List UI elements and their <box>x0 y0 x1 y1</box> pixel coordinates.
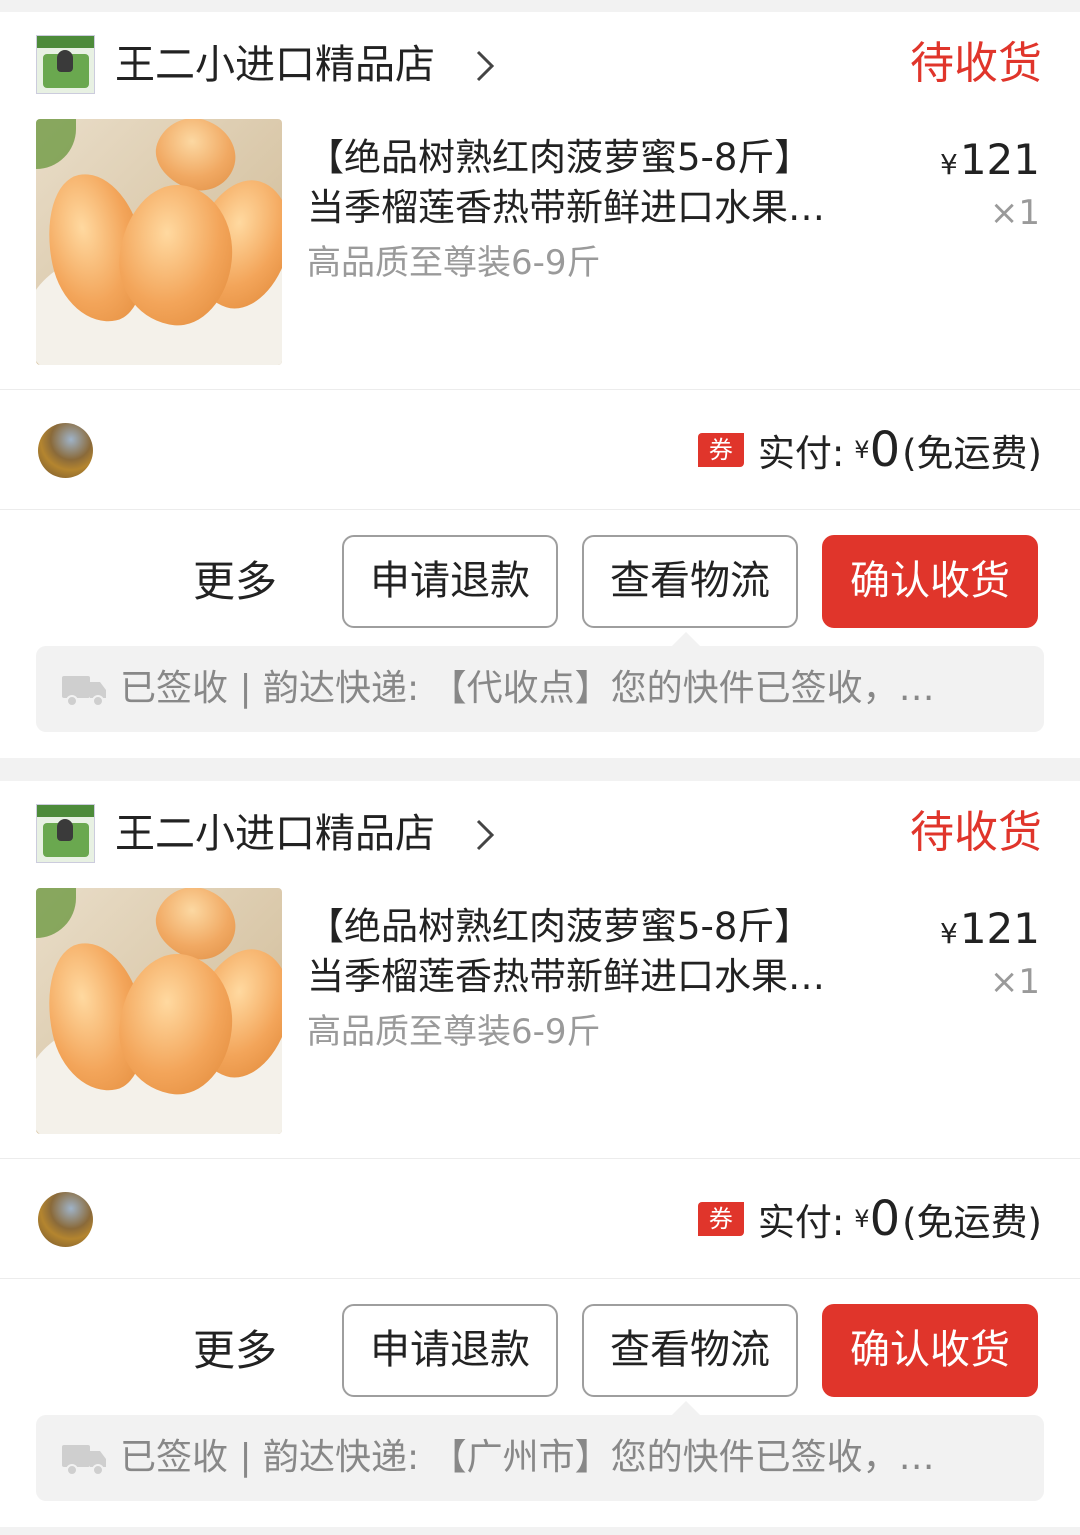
request-refund-button[interactable]: 申请退款 <box>342 535 558 628</box>
action-row: 更多 申请退款 查看物流 确认收货 <box>0 1279 1080 1397</box>
yen-symbol: ¥ <box>854 436 870 464</box>
product-price: ¥121 <box>940 904 1040 959</box>
product-title[interactable]: 【绝品树熟红肉菠萝蜜5-8斤】 当季榴莲香热带新鲜进口水果… <box>307 133 907 233</box>
coupon-badge: 券 <box>697 1202 744 1236</box>
more-button[interactable]: 更多 <box>193 558 277 606</box>
payment-summary: 券 实付: ¥ 0 (免运费) <box>697 1191 1042 1247</box>
shop-logo-icon[interactable] <box>36 35 95 94</box>
shipping-note: (免运费) <box>902 1201 1042 1244</box>
tracking-summary[interactable]: 已签收 | 韵达快递: 【广州市】您的快件已签收，… <box>36 1401 1044 1501</box>
yen-symbol: ¥ <box>854 1205 870 1233</box>
shop-header[interactable]: 王二小进口精品店 待收货 <box>0 12 1080 117</box>
product-title-line: 当季榴莲香热带新鲜进口水果… <box>307 186 825 229</box>
product-price: ¥121 <box>940 135 1040 190</box>
order-card: 王二小进口精品店 待收货 【绝品树熟红肉菠萝蜜5-8斤】 当季榴莲香热带新鲜进口… <box>0 781 1080 1527</box>
view-logistics-button[interactable]: 查看物流 <box>582 1304 798 1397</box>
product-item[interactable]: 【绝品树熟红肉菠萝蜜5-8斤】 当季榴莲香热带新鲜进口水果… 高品质至尊装6-9… <box>0 886 1080 1156</box>
product-spec: 高品质至尊装6-9斤 <box>307 1012 601 1052</box>
payment-amount: 0 <box>869 422 901 478</box>
product-title-line: 【绝品树熟红肉菠萝蜜5-8斤】 <box>307 905 812 948</box>
product-quantity: ×1 <box>989 193 1040 233</box>
payment-summary: 券 实付: ¥ 0 (免运费) <box>697 422 1042 478</box>
more-button[interactable]: 更多 <box>193 1327 277 1375</box>
coupon-badge: 券 <box>697 433 744 467</box>
yen-symbol: ¥ <box>940 917 958 950</box>
order-card: 王二小进口精品店 待收货 【绝品树熟红肉菠萝蜜5-8斤】 当季榴莲香热带新鲜进口… <box>0 12 1080 758</box>
action-row: 更多 申请退款 查看物流 确认收货 <box>0 510 1080 628</box>
order-status: 待收货 <box>910 38 1042 89</box>
tracking-text: 已签收 | 韵达快递: 【代收点】您的快件已签收，… <box>120 668 935 709</box>
truck-icon <box>62 1445 106 1476</box>
price-value: 121 <box>959 904 1040 953</box>
product-item[interactable]: 【绝品树熟红肉菠萝蜜5-8斤】 当季榴莲香热带新鲜进口水果… 高品质至尊装6-9… <box>0 117 1080 387</box>
shop-header[interactable]: 王二小进口精品店 待收货 <box>0 781 1080 886</box>
product-spec: 高品质至尊装6-9斤 <box>307 243 601 283</box>
chevron-right-icon[interactable] <box>466 46 506 86</box>
confirm-receipt-button[interactable]: 确认收货 <box>822 535 1038 628</box>
tracking-text: 已签收 | 韵达快递: 【广州市】您的快件已签收，… <box>120 1437 935 1478</box>
chevron-right-icon[interactable] <box>466 815 506 855</box>
order-status: 待收货 <box>910 807 1042 858</box>
avatar[interactable] <box>38 423 93 478</box>
product-title[interactable]: 【绝品树熟红肉菠萝蜜5-8斤】 当季榴莲香热带新鲜进口水果… <box>307 902 907 1002</box>
payment-label: 实付: <box>757 1201 845 1244</box>
avatar[interactable] <box>38 1192 93 1247</box>
product-quantity: ×1 <box>989 962 1040 1002</box>
payment-label: 实付: <box>757 432 845 475</box>
yen-symbol: ¥ <box>940 148 958 181</box>
payment-row: 券 实付: ¥ 0 (免运费) <box>0 1159 1080 1278</box>
shop-logo-icon[interactable] <box>36 804 95 863</box>
product-title-line: 【绝品树熟红肉菠萝蜜5-8斤】 <box>307 136 812 179</box>
shop-name[interactable]: 王二小进口精品店 <box>115 42 435 88</box>
tracking-summary[interactable]: 已签收 | 韵达快递: 【代收点】您的快件已签收，… <box>36 632 1044 732</box>
confirm-receipt-button[interactable]: 确认收货 <box>822 1304 1038 1397</box>
product-title-line: 当季榴莲香热带新鲜进口水果… <box>307 955 825 998</box>
price-value: 121 <box>959 135 1040 184</box>
view-logistics-button[interactable]: 查看物流 <box>582 535 798 628</box>
payment-amount: 0 <box>869 1191 901 1247</box>
product-image[interactable] <box>36 119 282 365</box>
shipping-note: (免运费) <box>902 432 1042 475</box>
product-image[interactable] <box>36 888 282 1134</box>
request-refund-button[interactable]: 申请退款 <box>342 1304 558 1397</box>
shop-name[interactable]: 王二小进口精品店 <box>115 811 435 857</box>
payment-row: 券 实付: ¥ 0 (免运费) <box>0 390 1080 509</box>
truck-icon <box>62 676 106 707</box>
